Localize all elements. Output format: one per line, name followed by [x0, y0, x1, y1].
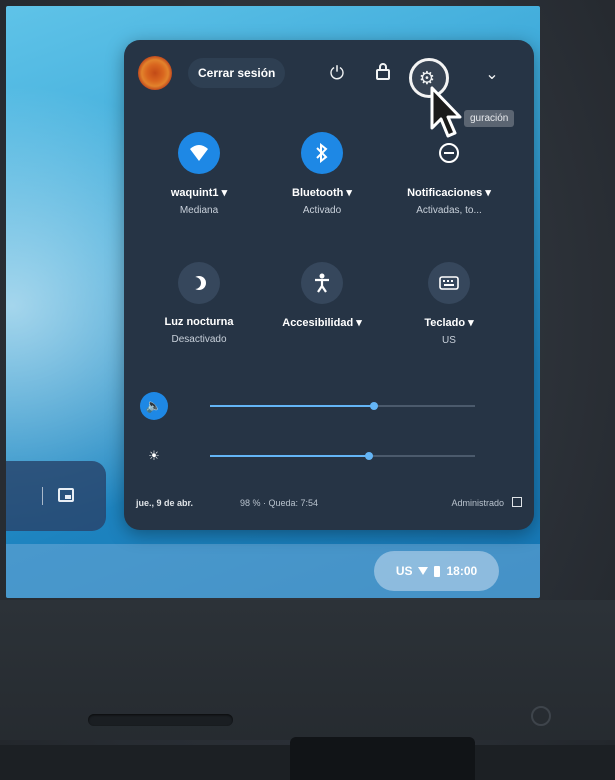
tile-keyboard[interactable]: Teclado ▾ US — [394, 262, 504, 346]
tile-accessibility-label: Accesibilidad ▾ — [282, 317, 362, 329]
chevron-down-icon[interactable]: ⌄ — [480, 64, 504, 86]
brightness-thumb[interactable] — [365, 452, 373, 460]
volume-fill — [210, 405, 375, 407]
volume-track[interactable] — [210, 402, 475, 410]
keyboard-icon[interactable] — [428, 262, 470, 304]
window-overview-icon[interactable] — [58, 488, 74, 502]
power-led — [531, 706, 551, 726]
tile-wifi-label: waquint1 ▾ — [170, 187, 228, 199]
do-not-disturb-icon[interactable] — [428, 132, 470, 174]
panel-footer: jue., 9 de abr. 98 % · Queda: 7:54 Admin… — [136, 497, 522, 516]
tile-wifi-status: Mediana — [179, 205, 219, 216]
brightness-icon[interactable]: ☀ — [140, 442, 168, 470]
bluetooth-icon[interactable] — [301, 132, 343, 174]
signout-button[interactable]: Cerrar sesión — [188, 58, 286, 88]
tile-night-light[interactable]: Luz nocturna Desactivado — [144, 262, 254, 345]
tile-bluetooth-label: Bluetooth ▾ — [292, 187, 352, 199]
power-icon[interactable]: ⏻ — [325, 62, 349, 84]
clock: 18:00 — [446, 564, 478, 578]
tile-night-light-status: Desactivado — [171, 334, 227, 345]
battery-tray-icon — [434, 565, 441, 577]
screen: US 18:00 Cerrar sesión ⏻ ⚙ ⌄ guración wa… — [6, 6, 540, 598]
date-label[interactable]: jue., 9 de abr. — [136, 498, 193, 508]
enterprise-icon[interactable] — [512, 497, 522, 507]
night-light-icon[interactable] — [178, 262, 220, 304]
lock-icon[interactable] — [371, 62, 395, 85]
wifi-tray-icon — [418, 567, 429, 575]
volume-icon[interactable]: 🔈 — [140, 392, 168, 420]
tile-notifications-label: Notificaciones ▾ — [407, 187, 491, 199]
wifi-icon[interactable] — [178, 132, 220, 174]
settings-tooltip: guración — [464, 110, 515, 127]
avatar[interactable] — [138, 56, 172, 90]
laptop-hinge — [290, 737, 475, 780]
brightness-track[interactable] — [210, 452, 475, 460]
volume-thumb[interactable] — [370, 402, 379, 410]
tile-accessibility[interactable]: Accesibilidad ▾ — [267, 262, 377, 335]
battery-status: 98 % · Queda: 7:54 — [240, 498, 319, 508]
brightness-fill — [210, 455, 369, 457]
managed-label: Administrado — [451, 498, 504, 508]
tile-keyboard-status: US — [442, 335, 456, 346]
brightness-slider[interactable]: ☀ — [140, 442, 480, 470]
shelf-separator — [42, 487, 43, 505]
status-tray[interactable]: US 18:00 — [374, 551, 499, 591]
volume-slider[interactable]: 🔈 — [140, 392, 480, 420]
tile-night-light-label: Luz nocturna — [164, 316, 234, 328]
quick-settings-panel: Cerrar sesión ⏻ ⚙ ⌄ guración waquint1 ▾ … — [124, 40, 534, 530]
accessibility-icon[interactable] — [301, 262, 343, 304]
tile-notifications[interactable]: Notificaciones ▾ Activadas, to... — [394, 132, 504, 216]
tile-keyboard-label: Teclado ▾ — [424, 317, 474, 329]
tile-bluetooth-status: Activado — [302, 205, 342, 216]
shelf-left — [6, 461, 106, 531]
input-method-label: US — [395, 564, 413, 578]
tile-wifi[interactable]: waquint1 ▾ Mediana — [144, 132, 254, 216]
speaker-grille — [88, 714, 233, 726]
tile-notifications-status: Activadas, to... — [416, 205, 482, 216]
tile-bluetooth[interactable]: Bluetooth ▾ Activado — [267, 132, 377, 216]
